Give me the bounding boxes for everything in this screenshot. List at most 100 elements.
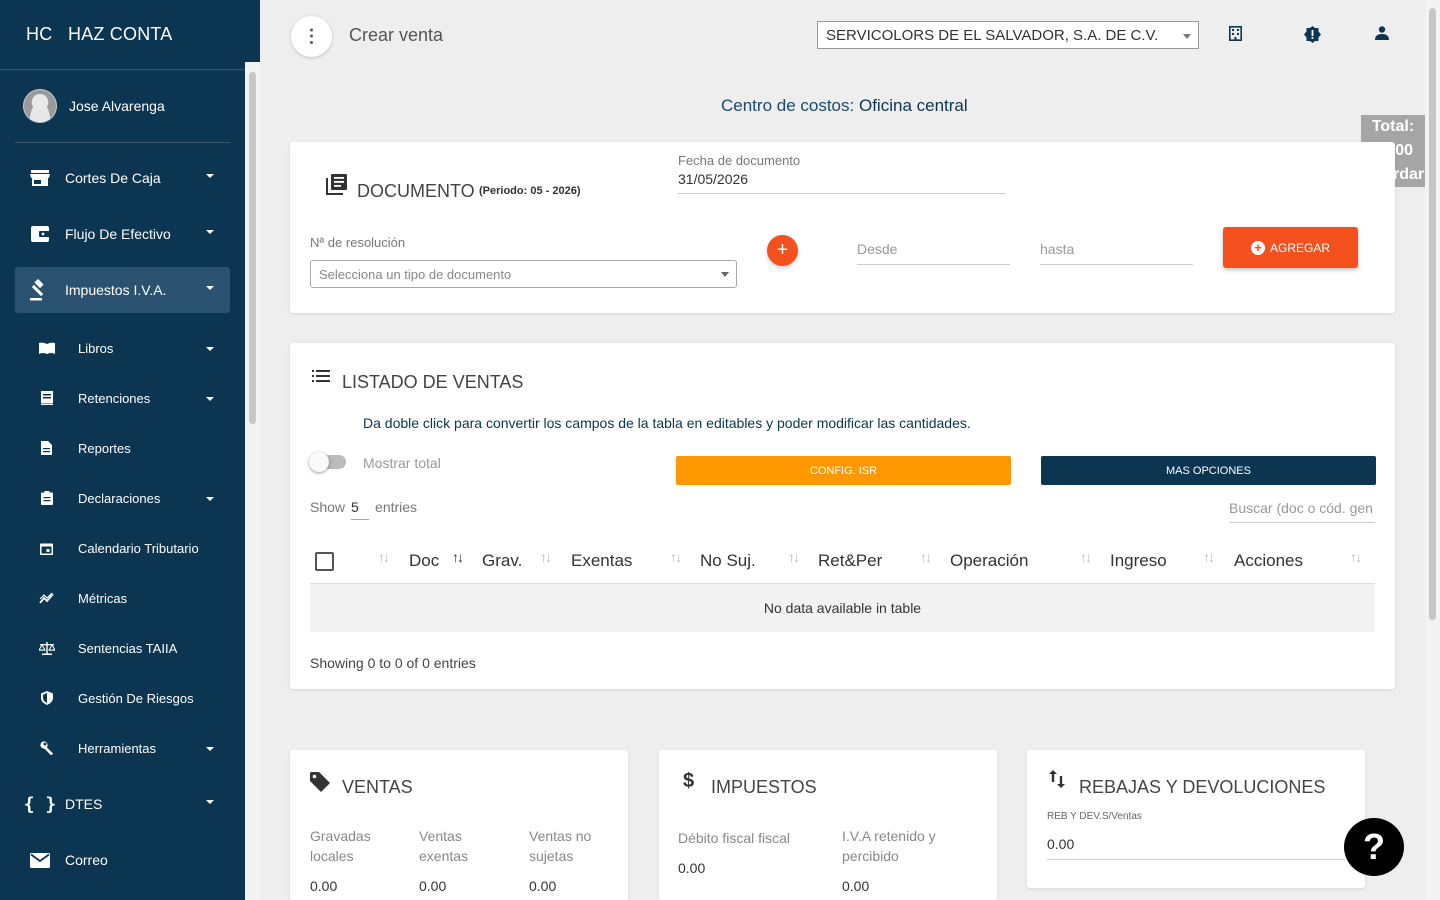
chevron-down-icon [206, 230, 214, 234]
sidebar-nav: Cortes De Caja Flujo De Efectivo Impuest… [15, 155, 230, 893]
chevron-down-icon [206, 347, 214, 351]
plus-icon: + [776, 239, 789, 261]
impuestos-title: IMPUESTOS [711, 777, 817, 797]
show-total-toggle[interactable] [309, 452, 346, 472]
page-scroll-thumb[interactable] [1429, 8, 1436, 620]
rebajas-title: REBAJAS Y DEVOLUCIONES [1079, 777, 1326, 797]
chevron-down-icon [206, 800, 214, 804]
sidebar-item-correo[interactable]: Correo [15, 837, 230, 883]
user-icon[interactable] [1375, 26, 1389, 45]
sort-icon[interactable]: ↑↓ [1080, 549, 1092, 565]
sort-icon[interactable]: ↑↓ [378, 549, 390, 565]
cost-center-value: Oficina central [858, 96, 968, 115]
sidebar-item-impuestos-iva[interactable]: Impuestos I.V.A. [15, 267, 230, 313]
brand-short: HC [26, 24, 53, 44]
sort-icon[interactable]: ↑↓ [1350, 549, 1362, 565]
sidebar-scrollbar[interactable] [245, 62, 260, 900]
column-header-doc[interactable]: Doc [409, 551, 439, 571]
cost-center: Centro de costos: Oficina central [721, 96, 968, 116]
ventas-exentas-value: 0.00 [419, 878, 447, 894]
document-title: DOCUMENTO [357, 181, 475, 201]
dollar-icon: $ [683, 770, 695, 792]
sidebar-item-label: Flujo De Efectivo [65, 226, 171, 242]
user-profile[interactable]: Jose Alvarenga [15, 70, 230, 143]
chevron-down-icon [206, 747, 214, 751]
sidebar-item-dtes[interactable]: { } DTES [15, 781, 230, 827]
sales-list-title: LISTADO DE VENTAS [342, 372, 524, 392]
column-header-grav[interactable]: Grav. [482, 551, 522, 571]
page-scrollbar[interactable] [1425, 0, 1440, 900]
to-input[interactable]: hasta [1040, 241, 1193, 265]
brand[interactable]: HC HAZ CONTA [0, 0, 245, 70]
column-header-ret-per[interactable]: Ret&Per [818, 551, 882, 571]
sidebar-subitem-label: Calendario Tributario [78, 540, 199, 556]
brand-name: HAZ CONTA [68, 24, 173, 44]
impuestos-card: $ IMPUESTOS Débito fiscal fiscal 0.00 I.… [659, 750, 997, 900]
rebajas-card: REBAJAS Y DEVOLUCIONES REB Y DEV.S/Venta… [1027, 750, 1365, 888]
help-button[interactable]: ? [1344, 818, 1404, 876]
wrench-icon [15, 741, 78, 755]
add-button[interactable]: + AGREGAR [1223, 227, 1358, 268]
document-type-select[interactable]: Selecciona un tipo de documento [310, 260, 737, 288]
more-options-button[interactable]: MAS OPCIONES [1041, 456, 1376, 485]
sort-icon[interactable]: ↑↓ [670, 549, 682, 565]
file-icon [15, 441, 78, 455]
sidebar-subitem-sentencias-taiia[interactable]: Sentencias TAIIA [15, 623, 230, 673]
shield-icon [15, 691, 78, 705]
company-select[interactable]: SERVICOLORS DE EL SALVADOR, S.A. DE C.V. [817, 21, 1199, 49]
rebajas-input[interactable]: 0.00 [1047, 836, 1345, 860]
sidebar-subitem-calendario-tributario[interactable]: Calendario Tributario [15, 523, 230, 573]
ventas-exentas-label: Ventas exentas [419, 828, 469, 864]
tag-icon [310, 772, 330, 798]
sort-icon[interactable]: ↑↓ [540, 549, 552, 565]
select-all-checkbox[interactable] [315, 552, 334, 571]
mail-icon [15, 852, 65, 868]
more-vert-button[interactable]: ⋮ [291, 16, 332, 57]
more-vert-icon: ⋮ [302, 26, 321, 46]
column-header-exentas[interactable]: Exentas [571, 551, 632, 571]
sidebar-subitem-reportes[interactable]: Reportes [15, 423, 230, 473]
sidebar-subitem-label: Herramientas [78, 740, 157, 756]
sort-icon[interactable]: ↑↓ [788, 549, 800, 565]
config-isr-button[interactable]: CONFIG. ISR [676, 456, 1011, 485]
column-header-no-suj[interactable]: No Suj. [700, 551, 756, 571]
entries-length: Show 5 entries [310, 499, 417, 520]
sidebar-item-flujo-de-efectivo[interactable]: Flujo De Efectivo [15, 211, 230, 257]
ventas-no-sujetas-label: Ventas no sujetas [529, 828, 592, 864]
column-header-operacion[interactable]: Operación [950, 551, 1028, 571]
rebajas-field-label: REB Y DEV.S/Ventas [1047, 811, 1142, 822]
document-period: (Periodo: 05 - 2026) [479, 185, 581, 197]
sidebar-subitem-label: Reportes [78, 440, 131, 456]
column-header-acciones[interactable]: Acciones [1234, 551, 1303, 571]
sidebar-subitem-libros[interactable]: Libros [15, 323, 230, 373]
wallet-icon [15, 225, 65, 243]
balance-icon [15, 641, 78, 655]
store-icon [15, 169, 65, 187]
sidebar-subitem-metricas[interactable]: Métricas [15, 573, 230, 623]
avatar [23, 89, 57, 123]
table-search-input[interactable]: Buscar (doc o cód. gen [1229, 500, 1375, 523]
iva-retenido-label: I.V.A retenido y percibido [842, 828, 936, 864]
sort-icon[interactable]: ↑↓ [920, 549, 932, 565]
add-resolution-button[interactable]: + [767, 235, 798, 266]
add-circle-icon: + [1250, 240, 1265, 255]
sidebar-item-cortes-de-caja[interactable]: Cortes De Caja [15, 155, 230, 201]
sidebar-subitem-declaraciones[interactable]: Declaraciones [15, 473, 230, 523]
chevron-down-icon [206, 174, 214, 178]
braces-icon: { } [23, 793, 57, 815]
sort-asc-icon[interactable]: ↑↓ [452, 549, 464, 565]
column-header-ingreso[interactable]: Ingreso [1110, 551, 1167, 571]
sidebar-subitem-label: Libros [78, 340, 114, 356]
sidebar-subitem-gestion-de-riesgos[interactable]: Gestión De Riesgos [15, 673, 230, 723]
from-input[interactable]: Desde [857, 241, 1010, 265]
add-button-label: AGREGAR [1269, 240, 1330, 255]
sidebar-scroll-thumb[interactable] [249, 72, 256, 424]
date-input[interactable]: 31/05/2026 [678, 171, 1006, 194]
building-icon[interactable] [1229, 26, 1242, 46]
sidebar-subitem-herramientas[interactable]: Herramientas [15, 723, 230, 773]
sort-icon[interactable]: ↑↓ [1203, 549, 1215, 565]
alert-badge-icon[interactable] [1304, 26, 1321, 48]
entries-length-select[interactable]: 5 [351, 499, 370, 520]
document-card: DOCUMENTO (Periodo: 05 - 2026) Fecha de … [290, 142, 1395, 313]
sidebar-subitem-retenciones[interactable]: Retenciones [15, 373, 230, 423]
